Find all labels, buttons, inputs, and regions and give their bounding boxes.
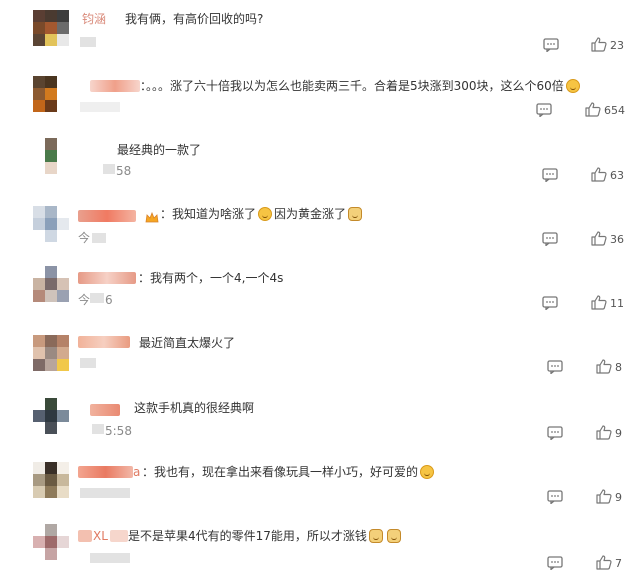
dog-emoji (368, 529, 383, 543)
avatar[interactable] (33, 76, 69, 112)
username[interactable]: XL (93, 529, 108, 543)
avatar[interactable] (33, 398, 69, 434)
avatar[interactable] (33, 524, 69, 560)
comment-icon[interactable] (542, 168, 558, 182)
crown-badge-icon (145, 209, 159, 223)
comment-icon[interactable] (536, 103, 552, 117)
comment-icon[interactable] (547, 426, 563, 440)
timestamp-suffix: 6 (105, 293, 113, 307)
timestamp-blur (90, 293, 104, 303)
timestamp-blur (90, 553, 130, 563)
like-count: 36 (610, 233, 624, 246)
smile-emoji (565, 79, 580, 93)
comment-text: 是不是苹果4代有的零件17能用，所以才涨钱 (128, 528, 403, 544)
dog-emoji (348, 207, 363, 221)
comment-text: 我有俩，有高价回收的吗? (125, 12, 264, 26)
comment-text: 这款手机真的很经典啊 (134, 401, 255, 415)
thumbs-up-icon[interactable] (591, 231, 607, 246)
dog-emoji (386, 529, 401, 543)
avatar[interactable] (33, 206, 69, 242)
comment-text: 最经典的一款了 (117, 143, 202, 157)
thumbs-up-icon[interactable] (596, 359, 612, 374)
comment-text: ：我有两个，一个4,一个4s (138, 271, 284, 285)
avatar[interactable] (33, 335, 69, 371)
like-count: 63 (610, 169, 624, 182)
comment-text: ：我知道为啥涨了 因为黄金涨了 (160, 206, 364, 222)
comment-text: ：。。。涨了六十倍我以为怎么也能卖两三千。合着是5块涨到300块，这么个60倍 (140, 78, 582, 94)
username-blur[interactable] (78, 272, 136, 284)
comment-icon[interactable] (547, 556, 563, 570)
timestamp-blur (92, 233, 106, 243)
thumbs-up-icon[interactable] (596, 425, 612, 440)
username-blur[interactable] (90, 404, 120, 416)
thumbs-up-icon[interactable] (596, 489, 612, 504)
like-count: 11 (610, 297, 624, 310)
timestamp: 今 (78, 293, 91, 307)
timestamp-blur (80, 488, 130, 498)
avatar[interactable] (33, 266, 69, 302)
like-count: 7 (615, 557, 622, 570)
timestamp: 今 (78, 231, 91, 245)
avatar[interactable] (33, 138, 69, 174)
like-count: 23 (610, 39, 624, 52)
username-blur[interactable] (78, 466, 133, 478)
thumbs-up-icon[interactable] (585, 102, 601, 117)
username-blur[interactable] (78, 530, 92, 542)
thinking-emoji (420, 465, 435, 479)
comment-icon[interactable] (543, 38, 559, 52)
comment-icon[interactable] (547, 360, 563, 374)
timestamp-blur (80, 102, 120, 112)
timestamp-blur (80, 358, 96, 368)
comment-icon[interactable] (542, 232, 558, 246)
thumbs-up-icon[interactable] (591, 37, 607, 52)
smile-emoji (258, 207, 273, 221)
username[interactable]: a (133, 465, 140, 479)
username[interactable]: 钧涵 (82, 12, 106, 26)
like-count: 654 (604, 104, 625, 117)
comment-icon[interactable] (542, 296, 558, 310)
username-blur[interactable] (78, 210, 136, 222)
timestamp: 58 (116, 164, 132, 178)
timestamp-blur (92, 424, 104, 434)
timestamp-blur (103, 164, 115, 174)
thumbs-up-icon[interactable] (591, 167, 607, 182)
thumbs-up-icon[interactable] (591, 295, 607, 310)
username-blur[interactable] (110, 530, 128, 542)
thumbs-up-icon[interactable] (596, 555, 612, 570)
comment-text: 最近简直太爆火了 (139, 336, 236, 350)
like-count: 8 (615, 361, 622, 374)
username-blur[interactable] (90, 80, 140, 92)
like-count: 9 (615, 427, 622, 440)
timestamp: 5:58 (105, 424, 132, 438)
avatar[interactable] (33, 10, 69, 46)
avatar[interactable] (33, 462, 69, 498)
comment-icon[interactable] (547, 490, 563, 504)
comment-text: ：我也有，现在拿出来看像玩具一样小巧，好可爱的 (142, 464, 436, 480)
username-blur[interactable] (78, 336, 130, 348)
like-count: 9 (615, 491, 622, 504)
timestamp-blur (80, 37, 96, 47)
